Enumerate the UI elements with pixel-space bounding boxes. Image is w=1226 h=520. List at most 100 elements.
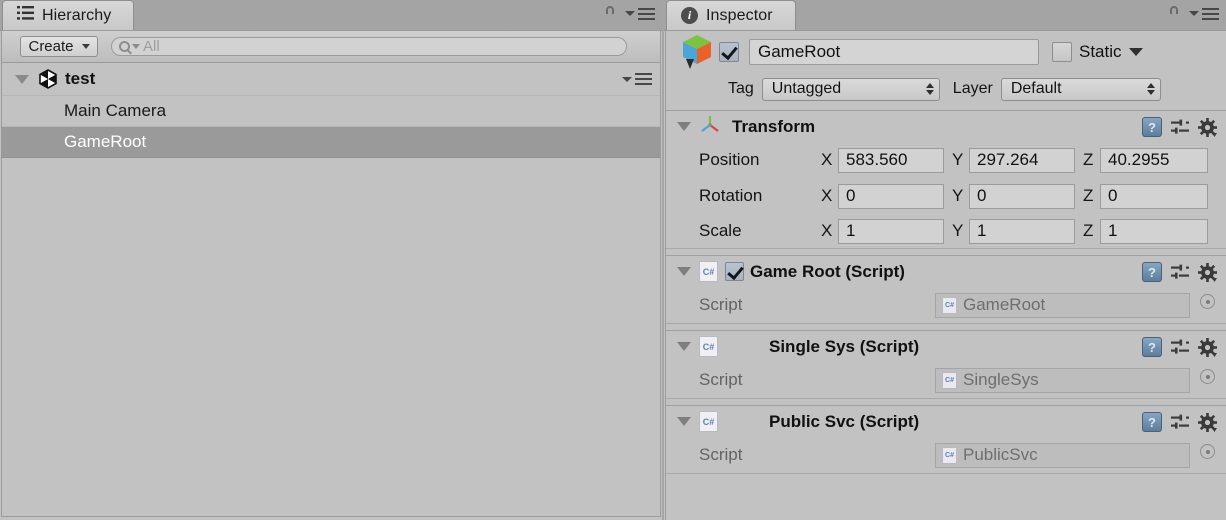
component-header-icons: ? (1142, 117, 1217, 137)
csharp-script-icon: C# (699, 411, 718, 432)
position-y-input[interactable]: 297.264 (969, 147, 1075, 173)
scale-x-input[interactable]: 1 (838, 218, 944, 244)
unity-scene-icon (38, 69, 58, 89)
gear-icon[interactable] (1198, 412, 1217, 432)
script-row: Script C# PublicSvc (666, 437, 1226, 473)
rotation-z-input[interactable]: 0 (1100, 183, 1208, 209)
info-icon: i (681, 7, 698, 24)
hierarchy-tree: Main Camera GameRoot (2, 96, 660, 158)
csharp-script-icon: C# (942, 446, 957, 464)
object-picker-icon[interactable] (1200, 369, 1215, 384)
hierarchy-toolbar: Create All (2, 31, 660, 63)
scale-z-input[interactable]: 1 (1100, 218, 1208, 244)
script-object-field[interactable]: C# SingleSys (935, 367, 1190, 393)
script-value: SingleSys (963, 370, 1039, 389)
rotation-x-input[interactable]: 0 (838, 183, 944, 209)
scene-menu-icon[interactable] (622, 73, 652, 85)
rotation-label: Rotation (699, 186, 763, 205)
component-title: Game Root (Script) (750, 261, 905, 281)
inspector-body: GameRoot Static Tag Untagged Layer Defau… (665, 30, 1226, 520)
component-foldout-icon[interactable] (677, 342, 691, 351)
dropdown-arrows-icon (925, 83, 934, 95)
static-chevron-down-icon[interactable] (1128, 48, 1143, 56)
list-item[interactable]: GameRoot (2, 127, 660, 158)
layer-label: Layer (952, 80, 993, 97)
rotation-z-value: 0 (1108, 186, 1118, 205)
component-header[interactable]: C# Single Sys (Script) ? (666, 331, 1226, 362)
list-item[interactable]: Main Camera (2, 96, 660, 127)
script-label: Script (699, 295, 743, 314)
static-checkbox[interactable] (1052, 42, 1072, 62)
gear-icon[interactable] (1198, 262, 1217, 282)
help-book-icon[interactable]: ? (1142, 262, 1162, 282)
gameobject-name-field[interactable]: GameRoot (749, 39, 1039, 65)
scene-foldout-icon[interactable] (15, 74, 29, 84)
rotation-y-input[interactable]: 0 (969, 183, 1075, 209)
axis-label-z: Z (1083, 150, 1094, 169)
gear-icon[interactable] (1198, 117, 1217, 137)
script-value: GameRoot (963, 295, 1046, 314)
panel-menu-icon[interactable] (1189, 7, 1219, 20)
script-object-field[interactable]: C# GameRoot (935, 292, 1190, 318)
axis-label-y: Y (952, 150, 964, 169)
component-header[interactable]: C# Public Svc (Script) ? (666, 406, 1226, 437)
lock-open-icon[interactable] (605, 6, 618, 44)
layer-value: Default (1010, 80, 1062, 97)
help-book-icon[interactable]: ? (1142, 337, 1162, 357)
component-header[interactable]: C# Game Root (Script) ? (666, 256, 1226, 287)
unity-editor-window: Hierarchy Create All test Main Camera Ga… (0, 0, 1226, 520)
component-foldout-icon[interactable] (677, 267, 691, 276)
hierarchy-body: Create All test Main Camera GameRoot (1, 30, 661, 517)
script-object-field[interactable]: C# PublicSvc (935, 442, 1190, 468)
axis-label-y: Y (952, 186, 964, 205)
transform-scale-row: Scale X 1 Y 1 Z 1 (666, 214, 1226, 248)
create-button-label: Create (28, 38, 74, 55)
component-game-root-script: C# Game Root (Script) ? Script C# GameRo… (666, 255, 1226, 324)
scale-y-input[interactable]: 1 (969, 218, 1075, 244)
preset-sliders-icon[interactable] (1171, 264, 1189, 280)
preset-sliders-icon[interactable] (1171, 119, 1189, 135)
component-foldout-icon[interactable] (677, 122, 691, 131)
search-input[interactable]: All (111, 37, 627, 56)
layer-dropdown[interactable]: Default (1000, 77, 1161, 101)
position-z-value: 40.2955 (1108, 150, 1170, 169)
tab-inspector[interactable]: i Inspector (666, 0, 796, 30)
axis-label-x: X (821, 186, 833, 205)
object-picker-icon[interactable] (1200, 294, 1215, 309)
preset-sliders-icon[interactable] (1171, 339, 1189, 355)
component-title: Transform (732, 116, 816, 136)
tab-hierarchy-label: Hierarchy (42, 6, 112, 24)
help-book-icon[interactable]: ? (1142, 412, 1162, 432)
chevron-down-icon (81, 44, 90, 49)
component-enabled-checkbox[interactable] (725, 262, 744, 281)
scale-z-value: 1 (1108, 221, 1118, 240)
tag-dropdown[interactable]: Untagged (761, 77, 940, 101)
object-picker-icon[interactable] (1200, 444, 1215, 459)
tab-hierarchy[interactable]: Hierarchy (2, 0, 135, 30)
lock-open-icon[interactable] (1169, 6, 1182, 44)
position-x-input[interactable]: 583.560 (838, 147, 944, 173)
component-transform: Transform ? Position X 583.560 Y 297.264… (666, 110, 1226, 249)
preset-sliders-icon[interactable] (1171, 414, 1189, 430)
component-title: Single Sys (Script) (769, 336, 920, 356)
script-value: PublicSvc (963, 445, 1038, 464)
component-title: Public Svc (Script) (769, 411, 920, 431)
position-z-input[interactable]: 40.2955 (1100, 147, 1208, 173)
scene-row-test[interactable]: test (2, 63, 660, 96)
script-label: Script (699, 445, 743, 464)
component-header[interactable]: Transform ? (666, 111, 1226, 142)
component-foldout-icon[interactable] (677, 417, 691, 426)
search-filter-chevron-icon[interactable] (132, 44, 140, 49)
help-book-icon[interactable]: ? (1142, 117, 1162, 137)
hierarchy-tabstrip: Hierarchy (0, 0, 662, 44)
gear-icon[interactable] (1198, 337, 1217, 357)
rotation-x-value: 0 (846, 186, 856, 205)
inspector-panel: i Inspector GameRoot Static Tag Untagged… (664, 0, 1226, 520)
component-header-icons: ? (1142, 262, 1217, 282)
gameobject-enabled-checkbox[interactable] (719, 42, 739, 62)
create-button[interactable]: Create (20, 36, 98, 57)
panel-menu-icon[interactable] (625, 7, 655, 20)
static-control: Static (1052, 42, 1143, 62)
script-row: Script C# SingleSys (666, 362, 1226, 398)
scene-name-label: test (65, 69, 96, 88)
